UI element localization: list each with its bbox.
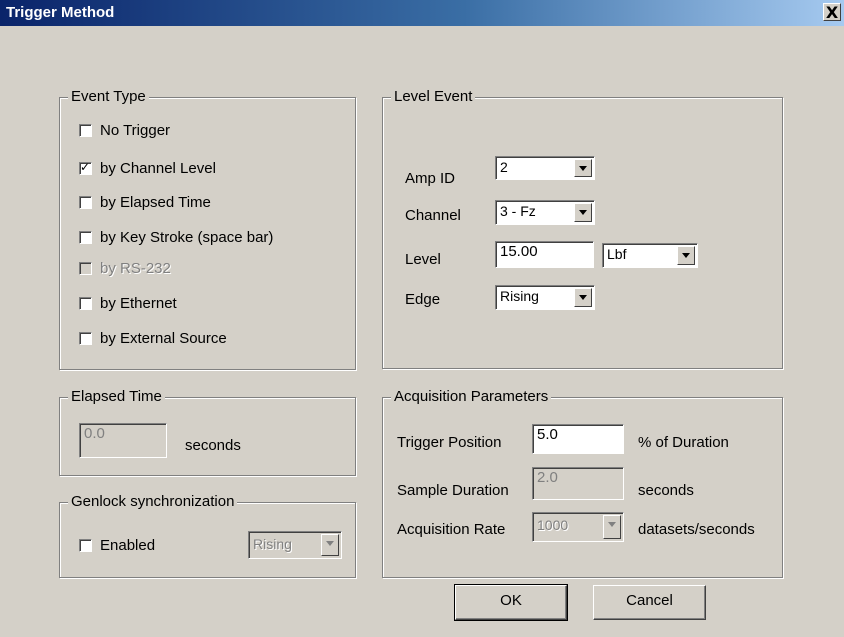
level-label: Level [405, 251, 441, 268]
amp-id-label: Amp ID [405, 170, 456, 187]
checkbox-label: Enabled [100, 537, 156, 554]
checkbox-by-key-stroke[interactable]: by Key Stroke (space bar) [79, 229, 273, 246]
acquisition-rate-select: 1000 [532, 512, 624, 542]
sample-duration-unit: seconds [638, 482, 694, 499]
title-bar: Trigger Method X [0, 0, 844, 26]
close-button[interactable]: X [823, 3, 841, 21]
acquisition-rate-label: Acquisition Rate [397, 521, 506, 538]
close-icon: X [825, 3, 839, 22]
genlock-title: Genlock synchronization [68, 493, 238, 510]
genlock-edge-select: Rising [248, 531, 342, 559]
cancel-button[interactable]: Cancel [593, 585, 706, 620]
checkbox-box[interactable] [79, 297, 92, 310]
elapsed-time-unit: seconds [185, 437, 241, 454]
checkbox-label: by Channel Level [100, 160, 216, 177]
edge-label: Edge [405, 291, 441, 308]
channel-select[interactable]: 3 - Fz [495, 200, 595, 225]
level-event-group: Level Event [382, 88, 783, 369]
acquisition-rate-value: 1000 [537, 517, 569, 533]
trigger-position-label: Trigger Position [397, 434, 502, 451]
checkbox-box[interactable] [79, 231, 92, 244]
edge-select[interactable]: Rising [495, 285, 595, 310]
checkbox-by-elapsed-time[interactable]: by Elapsed Time [79, 194, 211, 211]
chevron-down-icon[interactable] [574, 288, 592, 307]
checkmark-icon: ✓ [80, 160, 91, 174]
acquisition-title: Acquisition Parameters [391, 388, 552, 405]
edge-value: Rising [500, 288, 539, 304]
trigger-position-unit: % of Duration [638, 434, 729, 451]
ok-button[interactable]: OK [454, 584, 568, 621]
sample-duration-label: Sample Duration [397, 482, 509, 499]
checkbox-box [79, 262, 92, 275]
trigger-position-input[interactable]: 5.0 [532, 424, 624, 454]
channel-value: 3 - Fz [500, 203, 536, 219]
checkbox-box[interactable] [79, 539, 92, 552]
checkbox-box[interactable] [79, 332, 92, 345]
chevron-down-icon[interactable] [677, 246, 695, 265]
checkbox-no-trigger[interactable]: No Trigger [79, 122, 170, 139]
checkbox-box[interactable] [79, 124, 92, 137]
checkbox-label: by Key Stroke (space bar) [100, 229, 274, 246]
checkbox-box[interactable] [79, 196, 92, 209]
checkbox-box[interactable]: ✓ [79, 160, 92, 175]
chevron-down-icon [321, 534, 339, 556]
level-event-title: Level Event [391, 88, 476, 105]
genlock-edge-value: Rising [253, 536, 292, 552]
checkbox-label: by Ethernet [100, 295, 177, 312]
checkbox-label: by RS-232 [100, 260, 171, 277]
channel-label: Channel [405, 207, 461, 224]
checkbox-genlock-enabled[interactable]: Enabled [79, 537, 155, 554]
sample-duration-input: 2.0 [532, 467, 624, 500]
level-unit-value: Lbf [607, 246, 627, 262]
elapsed-time-title: Elapsed Time [68, 388, 165, 405]
level-input[interactable]: 15.00 [495, 241, 594, 268]
checkbox-by-external-source[interactable]: by External Source [79, 330, 227, 347]
acquisition-rate-unit: datasets/seconds [638, 521, 755, 538]
elapsed-time-input: 0.0 [79, 423, 167, 458]
window-title: Trigger Method [6, 4, 115, 21]
amp-id-value: 2 [500, 159, 508, 175]
checkbox-label: by External Source [100, 330, 227, 347]
checkbox-by-rs232: by RS-232 [79, 260, 171, 277]
chevron-down-icon[interactable] [574, 159, 592, 177]
level-unit-select[interactable]: Lbf [602, 243, 698, 268]
checkbox-label: No Trigger [100, 122, 171, 139]
event-type-title: Event Type [68, 88, 149, 105]
checkbox-by-ethernet[interactable]: by Ethernet [79, 295, 177, 312]
checkbox-label: by Elapsed Time [100, 194, 211, 211]
chevron-down-icon [603, 515, 621, 539]
chevron-down-icon[interactable] [574, 203, 592, 222]
amp-id-select[interactable]: 2 [495, 156, 595, 180]
checkbox-by-channel-level[interactable]: ✓ by Channel Level [79, 160, 216, 177]
